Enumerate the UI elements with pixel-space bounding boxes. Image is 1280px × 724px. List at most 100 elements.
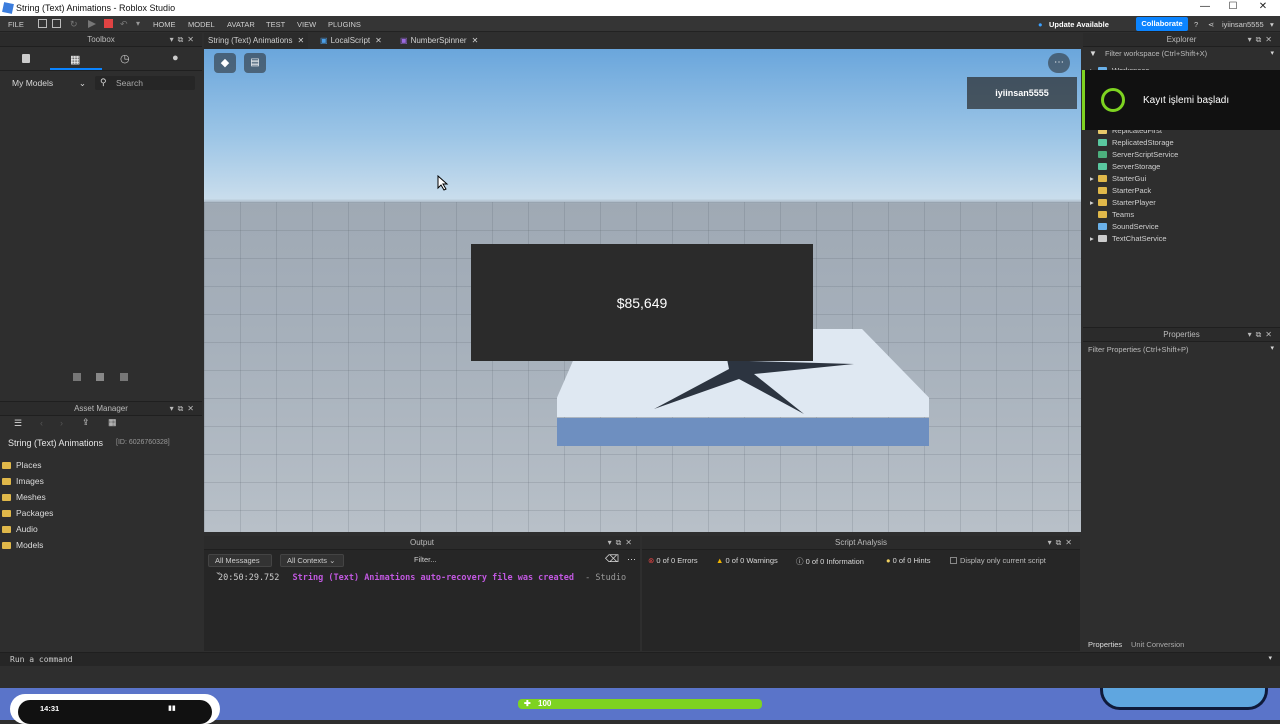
folder-packages[interactable]: Packages xyxy=(2,508,53,518)
loading-dot-icon xyxy=(73,373,81,381)
panel-controls-icon[interactable]: ▾⧉✕ xyxy=(170,402,198,416)
recent-clock-icon[interactable]: ◷ xyxy=(120,52,130,65)
stop-icon[interactable] xyxy=(104,19,113,28)
explorer-item-serverstorage[interactable]: ServerStorage xyxy=(1098,162,1160,171)
properties-filter-input[interactable]: Filter Properties (Ctrl+Shift+P) xyxy=(1088,345,1188,354)
forward-arrow-icon[interactable]: › xyxy=(60,418,63,428)
menu-list-icon[interactable]: ☰ xyxy=(14,418,22,429)
close-tab-icon[interactable]: ✕ xyxy=(297,36,304,45)
grid-view-icon[interactable]: ▦ xyxy=(108,417,117,428)
starterpack-icon xyxy=(1098,187,1107,194)
close-tab-icon[interactable]: ✕ xyxy=(375,36,382,45)
user-chevron-icon[interactable]: ▾ xyxy=(1270,20,1274,29)
recording-notification[interactable]: Kayıt işlemi başladı xyxy=(1082,70,1280,130)
menu-plugins[interactable]: PLUGINS xyxy=(328,20,361,29)
explorer-item-startergui[interactable]: ▸ StarterGui xyxy=(1090,174,1146,183)
asset-manager-title: Asset Manager xyxy=(74,404,128,413)
chevron-down-icon[interactable]: ▾ xyxy=(1268,654,1272,662)
explorer-item-textchatservice[interactable]: ▸ TextChatService xyxy=(1090,234,1167,243)
tab-unit-conversion[interactable]: Unit Conversion xyxy=(1131,640,1184,649)
marketplace-grid-icon[interactable]: ▦ xyxy=(70,53,80,66)
import-upload-icon[interactable]: ⇪ xyxy=(82,417,90,428)
output-options-icon[interactable]: ⋯ xyxy=(627,554,636,565)
phone-screen: 14:31 ▮▮ xyxy=(18,700,212,724)
menu-test[interactable]: TEST xyxy=(266,20,285,29)
folder-images[interactable]: Images xyxy=(2,476,44,486)
update-available-link[interactable]: Update Available xyxy=(1049,20,1109,29)
command-input[interactable]: Run a command xyxy=(10,655,73,664)
explorer-item-starterpack[interactable]: StarterPack xyxy=(1098,186,1151,195)
close-window-button[interactable]: ✕ xyxy=(1248,1,1278,15)
collaborate-button[interactable]: Collaborate xyxy=(1136,17,1188,31)
toolbox-search-box[interactable]: ⚲ Search xyxy=(95,76,195,90)
panel-controls-icon[interactable]: ▾⧉✕ xyxy=(1248,328,1276,342)
explorer-item-serverscriptservice[interactable]: ServerScriptService xyxy=(1098,150,1178,159)
all-contexts-dropdown[interactable]: All Contexts ⌄ xyxy=(280,554,344,567)
explorer-filter-input[interactable]: Filter workspace (Ctrl+Shift+X) xyxy=(1105,49,1207,58)
toolbox-panel: Toolbox ▾⧉✕ ▦ ◷ ● My Models ⌄ ⚲ Search xyxy=(0,33,202,398)
health-plus-icon: ✚ xyxy=(524,699,531,708)
redo-icon[interactable]: ↻ xyxy=(70,19,79,29)
output-filter-input[interactable]: Filter... xyxy=(408,554,598,567)
roblox-menu-icon[interactable]: ◆ xyxy=(214,53,236,73)
minimize-button[interactable]: — xyxy=(1190,1,1220,15)
maximize-button[interactable]: ☐ xyxy=(1218,1,1248,15)
search-input[interactable]: Search xyxy=(116,78,143,88)
user-name[interactable]: iyiinsan5555 xyxy=(1222,20,1264,29)
information-filter[interactable]: ⓘ 0 of 0 Information xyxy=(796,556,864,567)
menu-view[interactable]: VIEW xyxy=(297,20,316,29)
menu-avatar[interactable]: AVATAR xyxy=(227,20,255,29)
place-name[interactable]: String (Text) Animations xyxy=(8,438,103,448)
menu-model[interactable]: MODEL xyxy=(188,20,215,29)
play-icon[interactable] xyxy=(88,20,96,28)
explorer-item-teams[interactable]: Teams xyxy=(1098,210,1134,219)
tab-properties[interactable]: Properties xyxy=(1088,640,1122,649)
panel-controls-icon[interactable]: ▾⧉✕ xyxy=(170,33,198,47)
panel-controls-icon[interactable]: ▾⧉✕ xyxy=(1248,33,1276,47)
more-options-icon[interactable]: ⋯ xyxy=(1048,53,1070,73)
share-icon[interactable]: ⋖ xyxy=(1208,20,1214,29)
current-script-checkbox[interactable]: Display only current script xyxy=(950,556,1046,565)
help-icon[interactable]: ? xyxy=(1194,20,1198,29)
inventory-bag-icon[interactable] xyxy=(22,54,30,63)
undo-icon[interactable]: ↶ xyxy=(120,19,129,29)
back-arrow-icon[interactable]: ‹ xyxy=(40,418,43,428)
chat-icon[interactable]: ▤ xyxy=(244,53,266,73)
all-messages-dropdown[interactable]: All Messages ⌄ xyxy=(208,554,272,576)
creations-lightbulb-icon[interactable]: ● xyxy=(172,52,179,64)
phone-signal-icon: ▮▮ xyxy=(168,705,176,712)
tab-localscript[interactable]: ▣ LocalScript ✕ xyxy=(316,33,396,49)
asset-manager-panel: Asset Manager ▾⧉✕ ☰ ‹ › ⇪ ▦ String (Text… xyxy=(0,401,202,651)
menu-home[interactable]: HOME xyxy=(153,20,176,29)
clear-output-broom-icon[interactable]: ⌫ xyxy=(605,554,619,565)
quick-access-chevron-icon[interactable]: ▾ xyxy=(136,19,145,28)
toolbox-category-dropdown[interactable]: My Models ⌄ xyxy=(6,76,90,90)
player-name-card[interactable]: iyiinsan5555 xyxy=(967,77,1077,109)
errors-filter[interactable]: ⊗ 0 of 0 Errors xyxy=(648,556,698,565)
panel-controls-icon[interactable]: ▾⧉✕ xyxy=(1048,536,1076,550)
command-bar[interactable]: Run a command ▾ xyxy=(0,652,1280,666)
log-source: - Studio xyxy=(585,573,627,583)
folder-places[interactable]: Places xyxy=(2,460,42,470)
save-icon[interactable] xyxy=(38,19,47,28)
explorer-item-starterplayer[interactable]: ▸ StarterPlayer xyxy=(1090,198,1156,207)
toolbox-title: Toolbox xyxy=(87,35,115,44)
hints-filter[interactable]: ● 0 of 0 Hints xyxy=(886,556,931,565)
menu-file[interactable]: FILE xyxy=(8,20,24,29)
tab-place[interactable]: String (Text) Animations ✕ xyxy=(204,33,308,49)
chevron-down-icon[interactable]: ▾ xyxy=(1270,49,1274,57)
chevron-down-icon[interactable]: ▾ xyxy=(1270,344,1274,352)
folder-audio[interactable]: Audio xyxy=(2,524,38,534)
explorer-item-soundservice[interactable]: SoundService xyxy=(1098,222,1159,231)
folder-meshes[interactable]: Meshes xyxy=(2,492,46,502)
folder-models[interactable]: Models xyxy=(2,540,43,550)
copy-icon[interactable] xyxy=(52,19,61,28)
explorer-item-replicatedstorage[interactable]: ReplicatedStorage xyxy=(1098,138,1174,147)
error-icon: ⊗ xyxy=(648,556,655,565)
game-viewport[interactable]: ◆ ▤ ⋯ iyiinsan5555 $85,649 xyxy=(204,49,1081,532)
serverstorage-icon xyxy=(1098,163,1107,170)
panel-controls-icon[interactable]: ▾⧉✕ xyxy=(608,536,636,550)
warnings-filter[interactable]: ▲ 0 of 0 Warnings xyxy=(716,556,778,565)
tab-numberspinner[interactable]: ▣ NumberSpinner ✕ xyxy=(396,33,488,49)
close-tab-icon[interactable]: ✕ xyxy=(472,36,479,45)
